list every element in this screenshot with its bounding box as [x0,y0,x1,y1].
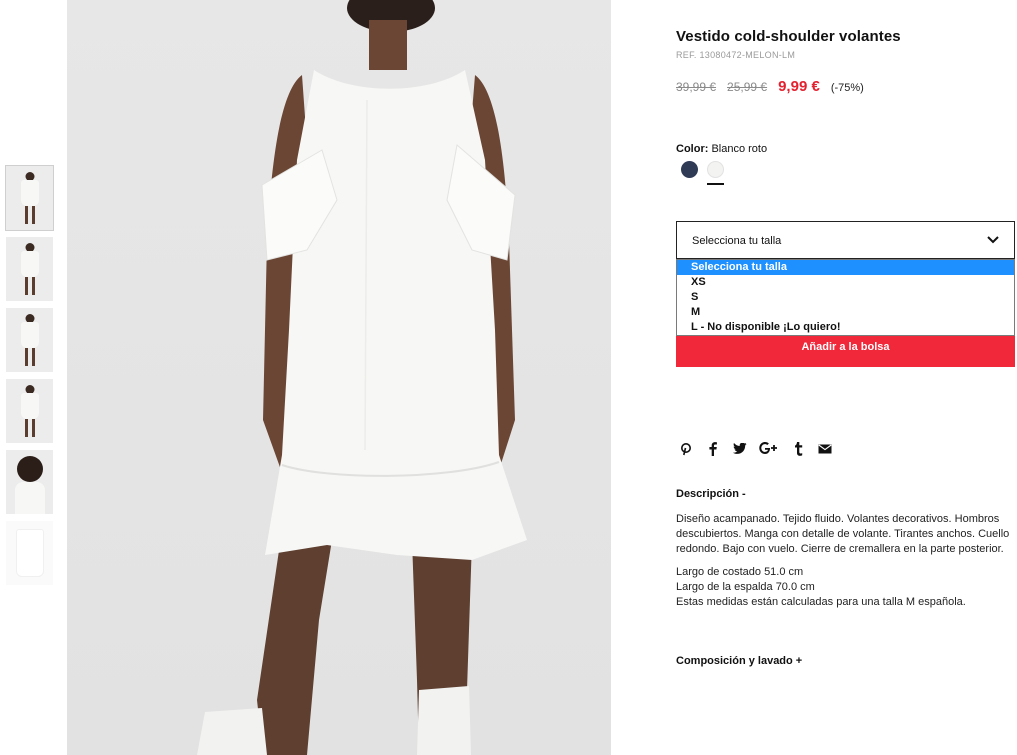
thumbnail-4[interactable] [6,379,53,443]
size-select[interactable]: Selecciona tu talla [676,221,1015,259]
size-option-placeholder[interactable]: Selecciona tu talla [677,260,1014,275]
twitter-icon[interactable] [732,441,748,457]
price-previous: 25,99 € [727,80,768,94]
model-illustration [197,0,527,755]
price-original: 39,99 € [676,80,717,94]
composition-toggle[interactable]: Composición y lavado + [676,655,802,667]
tumblr-icon[interactable] [790,441,806,457]
email-icon[interactable] [817,441,833,457]
color-label-key: Color: [676,143,709,155]
selected-swatch-indicator [707,183,724,185]
color-swatch-navy[interactable] [681,161,698,178]
size-option-xs[interactable]: XS [677,275,1014,290]
measure-back-length: Largo de la espalda 70.0 cm [676,581,815,593]
facebook-icon[interactable] [705,441,721,457]
thumbnail-2[interactable] [6,237,53,301]
product-reference: REF. 13080472-MELON-LM [676,50,796,60]
main-product-image[interactable] [67,0,611,755]
color-value: Blanco roto [711,143,768,155]
size-option-s[interactable]: S [677,290,1014,305]
size-select-value: Selecciona tu talla [692,235,782,247]
size-option-l[interactable]: L - No disponible ¡Lo quiero! [677,320,1014,335]
pinterest-icon[interactable] [678,441,694,457]
google-plus-icon[interactable] [759,441,779,457]
measure-note: Estas medidas están calculadas para una … [676,596,966,608]
thumbnail-5[interactable] [6,450,53,514]
size-dropdown-list: Selecciona tu talla XS S M L - No dispon… [676,259,1015,336]
price-current: 9,99 € [778,78,820,95]
thumbnail-1[interactable] [5,165,54,231]
description-toggle[interactable]: Descripción - [676,488,746,500]
discount-badge: (-75%) [830,82,864,94]
thumbnail-strip [5,165,54,592]
size-option-m[interactable]: M [677,305,1014,320]
color-label: Color: Blanco roto [676,143,767,155]
color-swatch-blanco-roto[interactable] [707,161,724,178]
product-title: Vestido cold-shoulder volantes [676,28,901,45]
description-paragraph: Diseño acampanado. Tejido fluido. Volant… [676,513,1010,555]
measure-side-length: Largo de costado 51.0 cm [676,566,804,578]
share-bar [678,441,844,457]
price-row: 39,99 € 25,99 € 9,99 € (-75%) [676,78,864,95]
chevron-down-icon [987,236,999,244]
thumbnail-6[interactable] [6,521,53,585]
thumbnail-3[interactable] [6,308,53,372]
description-body: Diseño acampanado. Tejido fluido. Volant… [676,512,1015,610]
